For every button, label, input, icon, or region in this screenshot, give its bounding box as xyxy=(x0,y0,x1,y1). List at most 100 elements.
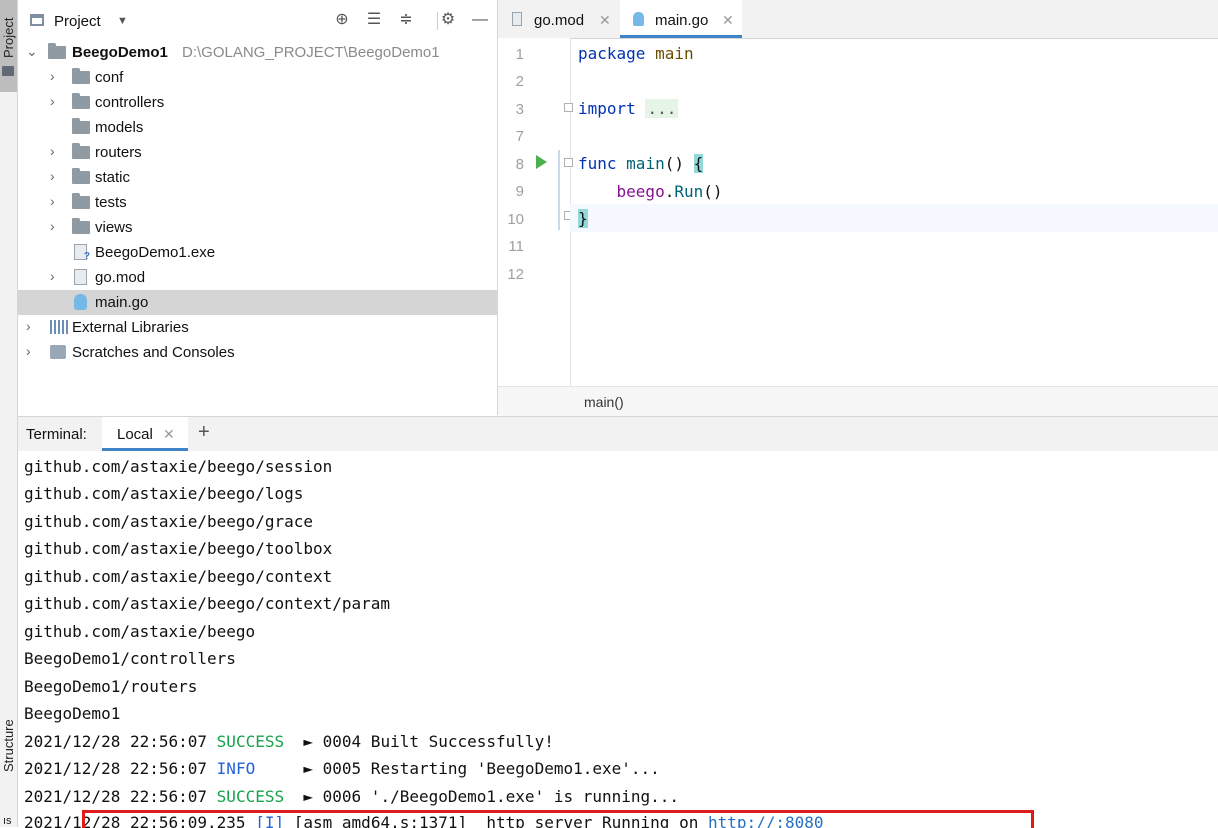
current-line-highlight xyxy=(570,204,1218,232)
exe-file-icon: ? xyxy=(74,244,90,262)
folded-imports[interactable]: ... xyxy=(645,99,679,118)
tree-item-label: models xyxy=(95,119,144,136)
chevron-right-icon[interactable]: › xyxy=(26,343,31,359)
code-editor: go.mod ✕ main.go ✕ 1 2 3 7 8 9 10 11 12 … xyxy=(498,0,1218,416)
tab-main-go[interactable]: main.go ✕ xyxy=(620,0,742,38)
tree-item-label: routers xyxy=(95,144,142,161)
terminal-title: Terminal: xyxy=(26,426,87,443)
go-file-icon xyxy=(633,12,644,26)
project-tool-tab[interactable]: Project xyxy=(0,0,17,92)
fold-icon[interactable] xyxy=(564,158,573,167)
fold-icon[interactable] xyxy=(564,103,573,112)
code-line-3: import ... xyxy=(578,99,679,118)
folder-icon xyxy=(2,66,14,76)
tree-item-tests[interactable]: › tests xyxy=(18,190,497,215)
tree-item-controllers[interactable]: › controllers xyxy=(18,90,497,115)
tree-item-scratches[interactable]: › Scratches and Consoles xyxy=(18,340,497,365)
close-brace: } xyxy=(578,209,588,228)
chevron-down-icon[interactable]: ⌄ xyxy=(26,43,38,60)
tree-item-views[interactable]: › views xyxy=(18,215,497,240)
keyword: package xyxy=(578,44,646,63)
parens: () xyxy=(664,154,684,173)
log-level-success: SUCCESS xyxy=(216,787,285,806)
chevron-right-icon[interactable]: › xyxy=(50,193,55,209)
tab-label: go.mod xyxy=(534,12,585,29)
project-view-selector[interactable]: Project xyxy=(54,13,101,30)
tab-go-mod[interactable]: go.mod ✕ xyxy=(498,0,620,38)
folder-icon xyxy=(72,118,90,134)
terminal-line: BeegoDemo1/routers xyxy=(24,677,198,696)
chevron-right-icon[interactable]: › xyxy=(50,168,55,184)
line-number: 2 xyxy=(515,73,524,90)
parens: () xyxy=(703,182,723,201)
tree-item-label: static xyxy=(95,169,131,186)
line-number: 11 xyxy=(508,238,524,255)
close-icon[interactable]: ✕ xyxy=(163,426,175,443)
chevron-right-icon[interactable]: › xyxy=(50,268,55,284)
tree-item-static[interactable]: › static xyxy=(18,165,497,190)
dot: . xyxy=(664,182,675,201)
terminal-line: github.com/astaxie/beego/session xyxy=(24,457,333,476)
collapse-all-icon[interactable]: ≑ xyxy=(396,10,416,30)
tree-item-label: main.go xyxy=(95,294,149,311)
close-icon[interactable]: ✕ xyxy=(722,12,734,29)
locate-icon[interactable]: ⊕ xyxy=(332,10,352,30)
chevron-down-icon[interactable]: ▼ xyxy=(117,15,128,27)
editor-tab-bar: go.mod ✕ main.go ✕ xyxy=(498,0,1218,39)
code-line-10: } xyxy=(578,209,588,228)
tree-root[interactable]: ⌄ BeegoDemo1 D:\GOLANG_PROJECT\BeegoDemo… xyxy=(18,40,497,65)
terminal-output[interactable]: github.com/astaxie/beego/session github.… xyxy=(18,451,1218,828)
project-panel: Project ▼ ⊕ ☰ ≑ ⚙ — ⌄ BeegoDemo1 D:\GOLA… xyxy=(18,0,498,415)
tree-item-label: tests xyxy=(95,194,127,211)
log-time: 2021/12/28 22:56:07 xyxy=(24,787,208,806)
breadcrumb-item[interactable]: main() xyxy=(584,394,624,410)
package-name: main xyxy=(655,44,694,63)
terminal-tab-local[interactable]: Local ✕ xyxy=(102,417,188,451)
file-icon xyxy=(74,269,87,285)
folder-icon xyxy=(72,218,90,234)
chevron-right-icon[interactable]: › xyxy=(50,143,55,159)
terminal-line: github.com/astaxie/beego xyxy=(24,622,256,641)
close-icon[interactable]: ✕ xyxy=(599,12,611,29)
terminal-line: BeegoDemo1/controllers xyxy=(24,649,236,668)
tree-item-label: conf xyxy=(95,69,124,86)
terminal-header: Terminal: Local ✕ + xyxy=(18,417,1218,451)
log-message: ► 0005 Restarting 'BeegoDemo1.exe'... xyxy=(303,759,660,778)
file-icon xyxy=(512,12,522,26)
folder-icon xyxy=(48,43,66,59)
chevron-right-icon[interactable]: › xyxy=(50,93,55,109)
log-level-info: INFO xyxy=(216,759,256,778)
terminal-line: github.com/astaxie/beego/logs xyxy=(24,484,304,503)
tool-window-strip: Project Structure ıs xyxy=(0,0,18,827)
tree-item-external-libraries[interactable]: › External Libraries xyxy=(18,315,497,340)
go-file-icon xyxy=(74,294,87,310)
chevron-right-icon[interactable]: › xyxy=(50,68,55,84)
line-number: 9 xyxy=(515,183,524,200)
tree-item-routers[interactable]: › routers xyxy=(18,140,497,165)
project-view-icon xyxy=(30,14,44,26)
editor-gutter[interactable]: 1 2 3 7 8 9 10 11 12 xyxy=(498,38,571,386)
code-line-1: package main xyxy=(578,44,694,63)
tree-item-main-go[interactable]: main.go xyxy=(18,290,497,315)
chevron-right-icon[interactable]: › xyxy=(50,218,55,234)
tree-item-go-mod[interactable]: › go.mod xyxy=(18,265,497,290)
tree-item-label: views xyxy=(95,219,133,236)
code-line-9: beego.Run() xyxy=(578,182,723,201)
chevron-right-icon[interactable]: › xyxy=(26,318,31,334)
tree-item-models[interactable]: models xyxy=(18,115,497,140)
tree-item-conf[interactable]: › conf xyxy=(18,65,497,90)
terminal-log-line: 2021/12/28 22:56:07 SUCCESS ► 0004 Built… xyxy=(24,732,554,751)
tree-item-label: External Libraries xyxy=(72,319,189,336)
expand-all-icon[interactable]: ☰ xyxy=(364,10,384,30)
gear-icon[interactable]: ⚙ xyxy=(438,10,458,30)
line-number: 1 xyxy=(515,46,524,63)
folder-icon xyxy=(72,193,90,209)
terminal-panel: Terminal: Local ✕ + github.com/astaxie/b… xyxy=(18,416,1218,828)
run-icon[interactable] xyxy=(536,155,547,169)
structure-tool-tab[interactable]: Structure xyxy=(1,719,16,772)
minimize-icon[interactable]: — xyxy=(470,10,490,30)
bottom-tool-tab[interactable]: ıs xyxy=(3,815,12,827)
tree-item-exe[interactable]: ? BeegoDemo1.exe xyxy=(18,240,497,265)
add-terminal-icon[interactable]: + xyxy=(198,421,210,444)
terminal-log-line: 2021/12/28 22:56:07 SUCCESS ► 0006 './Be… xyxy=(24,787,679,806)
